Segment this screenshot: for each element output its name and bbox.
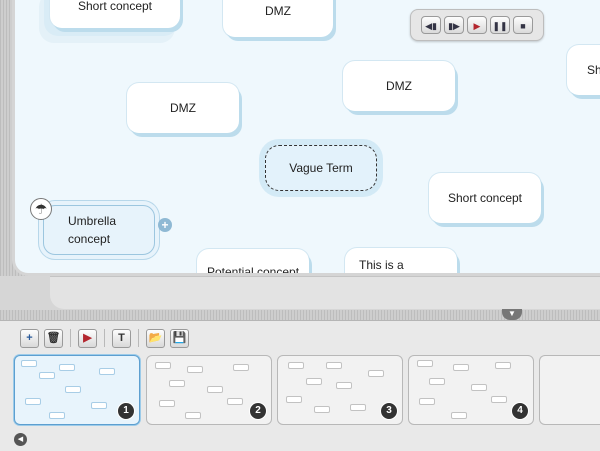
scroll-left-icon[interactable]: ◀: [14, 433, 27, 446]
slide-number-badge: 1: [117, 402, 135, 420]
skip-back-button[interactable]: ◀▮: [421, 16, 441, 34]
thumb-node: [227, 398, 243, 405]
mindmap-canvas[interactable]: Short concept DMZ DMZ DMZ Sh Vague Term …: [12, 0, 600, 276]
slide-number-badge: 2: [249, 402, 267, 420]
thumb-node: [288, 362, 304, 369]
playback-controls: ◀▮ ▮▶ ▶ ❚❚ ■: [410, 9, 544, 41]
thumb-node: [306, 378, 322, 385]
node-short-concept-top[interactable]: Short concept: [50, 0, 180, 28]
slide-thumbnail-1[interactable]: 1: [14, 355, 140, 425]
toolbar-divider: [138, 329, 139, 347]
slide-thumbnail-3[interactable]: 3: [277, 355, 403, 425]
thumb-node: [21, 360, 37, 367]
slide-thumbnail-partial[interactable]: [539, 355, 600, 425]
thumb-node: [25, 398, 41, 405]
canvas-frame-bottom: [0, 276, 600, 310]
save-file-button[interactable]: 💾: [170, 328, 189, 348]
toolbar-divider: [70, 329, 71, 347]
play-presentation-button[interactable]: ▶: [78, 328, 97, 348]
stop-button[interactable]: ■: [513, 16, 533, 34]
thumb-node: [453, 364, 469, 371]
node-dmz-top[interactable]: DMZ: [223, 0, 333, 37]
frame-notch: [50, 276, 600, 309]
thumb-node: [419, 398, 435, 405]
thumb-node: [495, 362, 511, 369]
thumb-node: [59, 364, 75, 371]
thumb-node: [350, 404, 366, 411]
node-sh-edge[interactable]: Sh: [567, 45, 600, 95]
slide-thumbnail-2[interactable]: 2: [146, 355, 272, 425]
thumb-node: [39, 372, 55, 379]
toolbar-divider: [104, 329, 105, 347]
thumb-node: [417, 360, 433, 367]
thumb-node: [368, 370, 384, 377]
slide-thumbnails: 1 2 3 4: [14, 355, 600, 427]
thumb-node: [326, 362, 342, 369]
delete-slide-button[interactable]: 🗑: [44, 328, 63, 348]
thumb-node: [207, 386, 223, 393]
node-dmz-right[interactable]: DMZ: [343, 61, 455, 111]
thumb-node: [471, 384, 487, 391]
add-slide-button[interactable]: +: [20, 328, 39, 348]
node-dmz-left[interactable]: DMZ: [127, 83, 239, 133]
thumb-node: [49, 412, 65, 419]
thumb-node: [187, 366, 203, 373]
node-umbrella-concept[interactable]: Umbrella concept: [43, 205, 155, 255]
thumb-node: [65, 386, 81, 393]
thumb-node: [99, 368, 115, 375]
slide-toolbar: + 🗑 ▶ T 📂 💾: [20, 328, 189, 348]
thumb-node: [91, 402, 107, 409]
text-tool-button[interactable]: T: [112, 328, 131, 348]
thumb-node: [233, 364, 249, 371]
thumb-node: [185, 412, 201, 419]
pause-button[interactable]: ❚❚: [490, 16, 510, 34]
thumb-node: [159, 400, 175, 407]
node-vague-term[interactable]: Vague Term: [265, 145, 377, 191]
slide-number-badge: 3: [380, 402, 398, 420]
thumb-node: [169, 380, 185, 387]
slide-thumbnail-4[interactable]: 4: [408, 355, 534, 425]
node-this-is-a[interactable]: This is a: [345, 248, 457, 273]
thumb-node: [429, 378, 445, 385]
open-file-button[interactable]: 📂: [146, 328, 165, 348]
thumb-node: [491, 396, 507, 403]
thumb-node: [286, 396, 302, 403]
add-child-icon[interactable]: +: [158, 218, 172, 232]
play-button[interactable]: ▶: [467, 16, 487, 34]
node-potential-concept[interactable]: Potential concept: [197, 249, 309, 273]
node-short-concept-right[interactable]: Short concept: [429, 173, 541, 223]
slide-panel: + 🗑 ▶ T 📂 💾 1 2 3 4 ◀: [0, 320, 600, 451]
thumb-node: [336, 382, 352, 389]
umbrella-icon[interactable]: ☂: [30, 198, 52, 220]
slide-number-badge: 4: [511, 402, 529, 420]
thumb-node: [451, 412, 467, 419]
thumb-node: [155, 362, 171, 369]
thumb-node: [314, 406, 330, 413]
step-forward-button[interactable]: ▮▶: [444, 16, 464, 34]
